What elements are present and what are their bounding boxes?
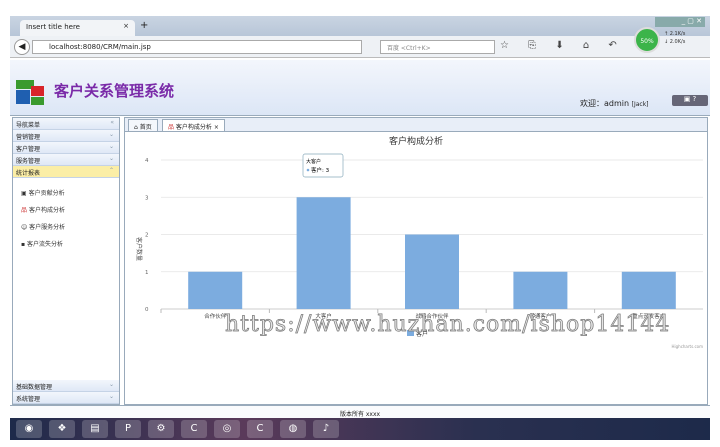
collapse-sidebar-button[interactable]: « xyxy=(110,119,114,126)
y-tick-label: 3 xyxy=(145,195,149,201)
sidebar: 导航菜单 « 营销管理 ⌄ 客户管理 ⌄ 服务管理 ⌄ 统计报表 ⌃ ▣ 客户贡献分析 品… xyxy=(12,117,120,405)
section-label: 系统管理 xyxy=(16,396,41,403)
tab-label: 客户构成分析 xyxy=(175,124,212,131)
network-speed: ↑ 2.1K/s ↓ 2.0K/s xyxy=(664,30,685,46)
chevron-down-icon: ⌄ xyxy=(108,155,114,162)
new-tab-button[interactable]: + xyxy=(140,20,148,31)
close-tab-icon[interactable]: × xyxy=(214,124,219,131)
y-tick-label: 1 xyxy=(145,270,149,276)
x-tick-label: 合作伙伴 xyxy=(204,312,227,320)
section-label: 客户管理 xyxy=(16,146,41,153)
bar[interactable] xyxy=(296,197,351,309)
section-label: 服务管理 xyxy=(16,158,41,165)
welcome-user: 欢迎：admin xyxy=(580,99,630,108)
header-buttons[interactable]: ▣ ? xyxy=(672,95,708,106)
sidebar-item-contribution[interactable]: ▣ 客户贡献分析 xyxy=(13,184,119,201)
files-taskbar-icon[interactable]: ▤ xyxy=(82,420,108,438)
tab-composition[interactable]: 品 客户构成分析 × xyxy=(161,119,225,131)
network-gauge: 50% xyxy=(634,27,660,53)
tab-strip: ⌂ 首页 品 客户构成分析 × xyxy=(125,118,707,132)
section-label: 统计报表 xyxy=(16,170,41,177)
start-taskbar-icon[interactable]: ◉ xyxy=(16,420,42,438)
item-label: 客户贡献分析 xyxy=(28,190,65,197)
item-label: 客户构成分析 xyxy=(28,207,65,214)
wps-taskbar-icon[interactable]: P xyxy=(115,420,141,438)
section-label: 营销管理 xyxy=(16,134,41,141)
chart-tooltip: 大客户 客户: 3 xyxy=(302,153,344,178)
bar[interactable] xyxy=(188,271,243,309)
watermark: https://www.huzhan.com/ishop14144 xyxy=(225,312,671,338)
firefox-taskbar-icon[interactable]: ◍ xyxy=(280,420,306,438)
sidebar-item-churn[interactable]: ▪ 客户流失分析 xyxy=(13,235,119,252)
sidebar-section-system[interactable]: 系统管理 ⌄ xyxy=(13,392,119,404)
chevron-down-icon: ⌄ xyxy=(108,143,114,150)
item-label: 客户流失分析 xyxy=(26,241,63,248)
app-taskbar-icon[interactable]: ❖ xyxy=(49,420,75,438)
main-panel: ⌂ 首页 品 客户构成分析 × 客户构成分析 客户数量 0 1 2 3 4 合作伙伴 大客户… xyxy=(124,117,708,405)
sidebar-section-reports[interactable]: 统计报表 ⌃ xyxy=(13,166,119,178)
media-taskbar-icon[interactable]: ♪ xyxy=(313,420,339,438)
footer: 版本所有 xxxx xyxy=(10,405,710,418)
sidebar-section-marketing[interactable]: 营销管理 ⌄ xyxy=(13,130,119,142)
sidebar-title-text: 导航菜单 xyxy=(16,122,41,129)
tab-label: 首页 xyxy=(139,124,152,131)
item-label: 客户服务分析 xyxy=(29,224,66,231)
bar[interactable] xyxy=(513,271,568,309)
browser-tab[interactable]: Insert title here × xyxy=(20,20,135,36)
app-title: 客户关系管理系统 xyxy=(54,82,175,100)
y-tick-label: 4 xyxy=(145,158,149,164)
url-bar[interactable]: localhost:8080/CRM/main.jsp xyxy=(32,40,362,54)
sidebar-section-service[interactable]: 服务管理 ⌄ xyxy=(13,154,119,166)
y-tick-label: 0 xyxy=(145,307,149,313)
bar-chart: 客户构成分析 客户数量 01234合作伙伴 大客户 战略合作伙伴 普通客户 重点开发客户… xyxy=(135,135,704,349)
search-input[interactable]: 百度 <Ctrl+K> xyxy=(380,40,495,54)
chart-credits[interactable]: Highcharts.com xyxy=(672,344,704,349)
tool-taskbar-icon[interactable]: ⚙ xyxy=(148,420,174,438)
bar[interactable] xyxy=(405,234,459,310)
bar[interactable] xyxy=(621,271,676,309)
sidebar-section-customer[interactable]: 客户管理 ⌄ xyxy=(13,142,119,154)
app-logo-icon xyxy=(16,80,44,105)
back-button[interactable]: ◀ xyxy=(14,39,30,55)
tooltip-title: 大客户 xyxy=(306,158,321,165)
tooltip-text: 客户: 3 xyxy=(311,166,330,174)
tab-title: Insert title here xyxy=(26,23,80,31)
y-axis-label: 客户数量 xyxy=(135,237,143,261)
chevron-down-icon: ⌄ xyxy=(108,381,114,388)
chevron-down-icon: ⌄ xyxy=(108,131,114,138)
sidebar-item-service[interactable]: ☺ 客户服务分析 xyxy=(13,218,119,235)
taskbar: ◉ ❖ ▤ P ⚙ C ◎ C ◍ ♪ xyxy=(10,418,710,440)
sidebar-item-composition[interactable]: 品 客户构成分析 xyxy=(13,201,119,218)
tab-home[interactable]: ⌂ 首页 xyxy=(128,119,158,131)
chevron-down-icon: ⌄ xyxy=(108,393,114,400)
section-label: 基础数据管理 xyxy=(16,384,53,391)
welcome-text: 欢迎：admin [Jack] xyxy=(580,98,649,109)
sidebar-title: 导航菜单 « xyxy=(13,118,119,130)
close-tab-icon[interactable]: × xyxy=(123,22,129,30)
sidebar-section-basedata[interactable]: 基础数据管理 ⌄ xyxy=(13,380,119,392)
camtasia2-taskbar-icon[interactable]: C xyxy=(247,420,273,438)
chart-title: 客户构成分析 xyxy=(389,135,443,147)
browser-toolbar-icons[interactable]: ☆ ⎘ ⬇ ⌂ ↶ ✉ xyxy=(500,40,652,51)
camtasia-taskbar-icon[interactable]: C xyxy=(181,420,207,438)
chrome-taskbar-icon[interactable]: ◎ xyxy=(214,420,240,438)
user-role: [Jack] xyxy=(631,101,649,108)
upload-speed: ↑ 2.1K/s xyxy=(664,31,686,37)
download-speed: ↓ 2.0K/s xyxy=(664,39,686,45)
chevron-up-icon: ⌃ xyxy=(108,167,114,174)
y-tick-label: 2 xyxy=(145,233,149,239)
window-controls[interactable]: _ ▢ ✕ xyxy=(655,17,705,27)
